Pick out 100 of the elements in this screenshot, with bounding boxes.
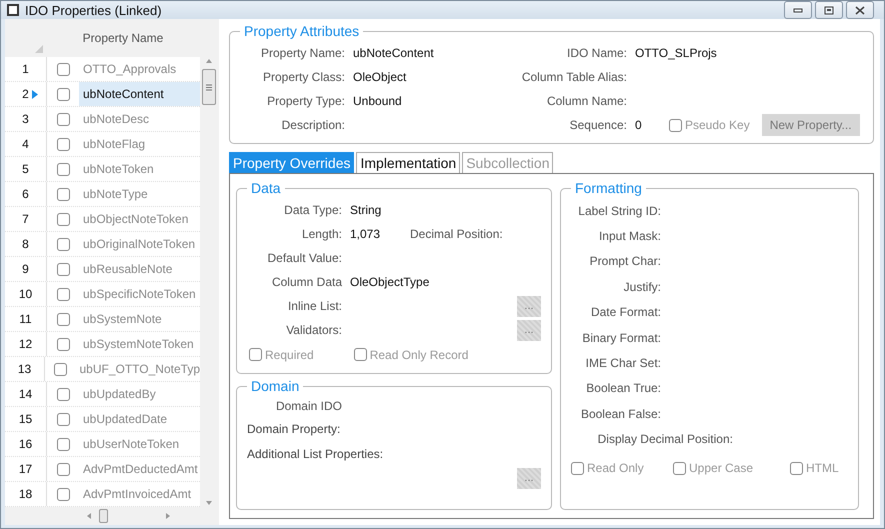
field-value: OTTO_SLProjs — [635, 46, 717, 60]
property-name-cell[interactable]: ubSystemNote — [79, 307, 200, 331]
property-name-cell[interactable]: ubNoteDesc — [79, 107, 200, 131]
row-number: 5 — [22, 162, 29, 176]
row-number: 13 — [18, 362, 32, 376]
row-number: 4 — [22, 137, 29, 151]
field-value: ubNoteContent — [353, 46, 434, 60]
row-number: 6 — [22, 187, 29, 201]
row-number: 1 — [22, 62, 29, 76]
field-label: Sequence: — [568, 118, 627, 132]
field-label: Length: — [300, 227, 342, 241]
field-label: Binary Format: — [581, 330, 661, 345]
group-title: Property Attributes — [243, 23, 360, 39]
scroll-up-arrow-icon[interactable] — [205, 57, 213, 65]
row-checkbox[interactable] — [56, 238, 70, 250]
row-number: 8 — [22, 237, 29, 251]
tab[interactable]: Property Overrides — [229, 152, 354, 173]
row-checkbox[interactable] — [56, 462, 70, 476]
field-label: Description: — [280, 118, 345, 132]
row-checkbox[interactable] — [56, 262, 70, 276]
field-label: Justify: — [622, 280, 661, 294]
row-number: 3 — [22, 112, 29, 126]
property-name-cell[interactable]: ubNoteToken — [79, 157, 200, 181]
scroll-down-arrow-icon[interactable] — [205, 499, 213, 507]
field-label: Column Name: — [546, 94, 627, 108]
property-name-cell[interactable]: ubOriginalNoteToken — [79, 232, 200, 256]
corner-icon — [35, 45, 43, 53]
row-checkbox[interactable] — [56, 488, 70, 500]
field-label: Column Table Alias: — [520, 70, 627, 84]
field-value: Unbound — [353, 94, 402, 108]
row-checkbox[interactable] — [56, 112, 70, 126]
group-title: Domain — [250, 378, 300, 394]
field-label: Date Format: — [590, 305, 661, 320]
property-name-cell[interactable]: OTTO_Approvals — [79, 57, 200, 81]
row-checkbox[interactable] — [56, 188, 70, 200]
property-name-cell[interactable]: ubSpecificNoteToken — [79, 282, 200, 306]
row-checkbox[interactable] — [56, 438, 70, 450]
property-name-cell[interactable]: ubUpdatedDate — [79, 407, 200, 431]
property-name-cell[interactable]: ubReusableNote — [79, 257, 200, 281]
field-label: Prompt Char: — [588, 254, 661, 268]
row-number: 15 — [18, 412, 32, 426]
field-label: Property Class: — [262, 70, 345, 84]
field-label: Property Name: — [260, 46, 345, 60]
ellipsis-button[interactable]: ... — [517, 468, 541, 488]
field-label: Input Mask: — [598, 229, 661, 244]
scroll-thumb[interactable] — [99, 509, 108, 523]
vertical-scrollbar[interactable] — [200, 57, 218, 507]
field-value: String — [350, 203, 382, 217]
field-label: Boolean True: — [585, 381, 661, 396]
property-name-cell[interactable]: ubNoteType — [79, 182, 200, 206]
property-name-cell[interactable]: ubNoteFlag — [79, 132, 200, 156]
field-value: OleObject — [353, 70, 406, 84]
field-label: Display Decimal Position: — [596, 432, 733, 446]
scroll-right-arrow-icon[interactable] — [164, 512, 172, 520]
field-label: Column Data — [270, 275, 342, 289]
minimize-button[interactable] — [784, 1, 812, 19]
tab[interactable]: Implementation — [356, 152, 460, 173]
row-checkbox[interactable] — [56, 88, 70, 100]
row-checkbox[interactable] — [56, 212, 70, 226]
row-checkbox[interactable] — [56, 62, 70, 76]
field-label: Validators: — [285, 323, 342, 337]
field-label: Default Value: — [266, 251, 342, 265]
group-title: Data — [250, 180, 282, 196]
row-checkbox[interactable] — [56, 312, 70, 326]
scroll-left-arrow-icon[interactable] — [85, 512, 93, 520]
row-checkbox[interactable] — [56, 338, 70, 350]
field-label: Decimal Position: — [410, 227, 502, 241]
row-number: 9 — [22, 262, 29, 276]
field-value: OleObjectType — [350, 275, 430, 289]
property-name-cell[interactable]: ubUpdatedBy — [79, 382, 200, 406]
row-number: 14 — [18, 387, 32, 401]
property-name-cell[interactable]: ubSystemNoteToken — [79, 332, 200, 356]
row-number: 10 — [18, 287, 32, 301]
field-label: Label String ID: — [577, 204, 661, 218]
column-header[interactable]: Property Name — [47, 19, 199, 57]
field-label: Additional List Properties: — [247, 446, 384, 460]
row-checkbox[interactable] — [56, 412, 70, 426]
close-button[interactable] — [846, 1, 874, 19]
field-label: Property Type: — [266, 94, 345, 108]
row-checkbox[interactable] — [56, 138, 70, 150]
property-name-cell[interactable]: ubObjectNoteToken — [79, 207, 200, 231]
property-name-cell[interactable]: ubUserNoteToken — [79, 432, 200, 456]
row-number: 12 — [18, 337, 32, 351]
row-number: 2 — [22, 87, 29, 101]
field-label: Inline List: — [286, 299, 342, 313]
ellipsis-button[interactable]: ... — [517, 320, 541, 340]
field-label: IDO Name: — [566, 46, 627, 60]
property-name-cell[interactable]: ubUF_OTTO_NoteTyp — [76, 357, 200, 381]
row-checkbox[interactable] — [54, 362, 67, 376]
row-checkbox[interactable] — [56, 288, 70, 300]
row-checkbox[interactable] — [56, 162, 70, 176]
property-name-cell[interactable]: AdvPmtInvoicedAmt — [79, 482, 200, 506]
maximize-button[interactable] — [815, 1, 843, 19]
property-name-cell[interactable]: ubNoteContent — [79, 82, 200, 106]
scroll-thumb[interactable] — [202, 69, 216, 105]
row-checkbox[interactable] — [56, 388, 70, 400]
property-name-cell[interactable]: AdvPmtDeductedAmt — [79, 457, 200, 481]
minimize-icon — [793, 7, 803, 13]
ellipsis-button[interactable]: ... — [517, 296, 541, 316]
row-number: 7 — [22, 212, 29, 226]
